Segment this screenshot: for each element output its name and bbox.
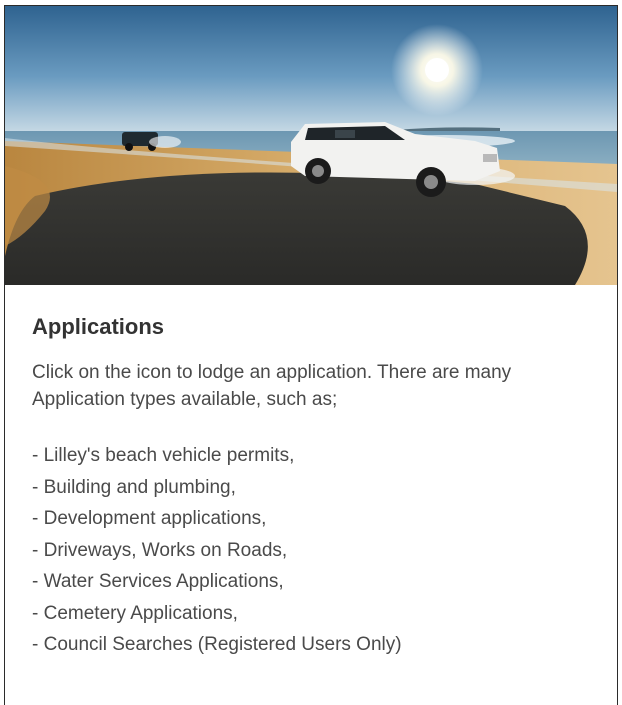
card-content: Applications Click on the icon to lodge … bbox=[5, 285, 617, 661]
list-item: - Council Searches (Registered Users Onl… bbox=[32, 634, 402, 655]
list-item: - Building and plumbing, bbox=[32, 476, 236, 498]
list-item: - Water Services Applications, bbox=[32, 571, 284, 592]
beach-vehicle-photo bbox=[5, 6, 617, 285]
card-description: Click on the icon to lodge an applicatio… bbox=[32, 362, 512, 410]
list-item: - Development applications, bbox=[32, 508, 267, 529]
card-title: Applications bbox=[32, 314, 165, 339]
applications-icon-image[interactable] bbox=[5, 6, 617, 285]
application-card: Applications Click on the icon to lodge … bbox=[4, 5, 618, 705]
list-item: - Lilley's beach vehicle permits, bbox=[32, 445, 295, 466]
list-item: - Driveways, Works on Roads, bbox=[32, 539, 288, 561]
application-types-list: - Lilley's beach vehicle permits, - Buil… bbox=[32, 440, 617, 661]
list-item: - Cemetery Applications, bbox=[32, 602, 238, 624]
